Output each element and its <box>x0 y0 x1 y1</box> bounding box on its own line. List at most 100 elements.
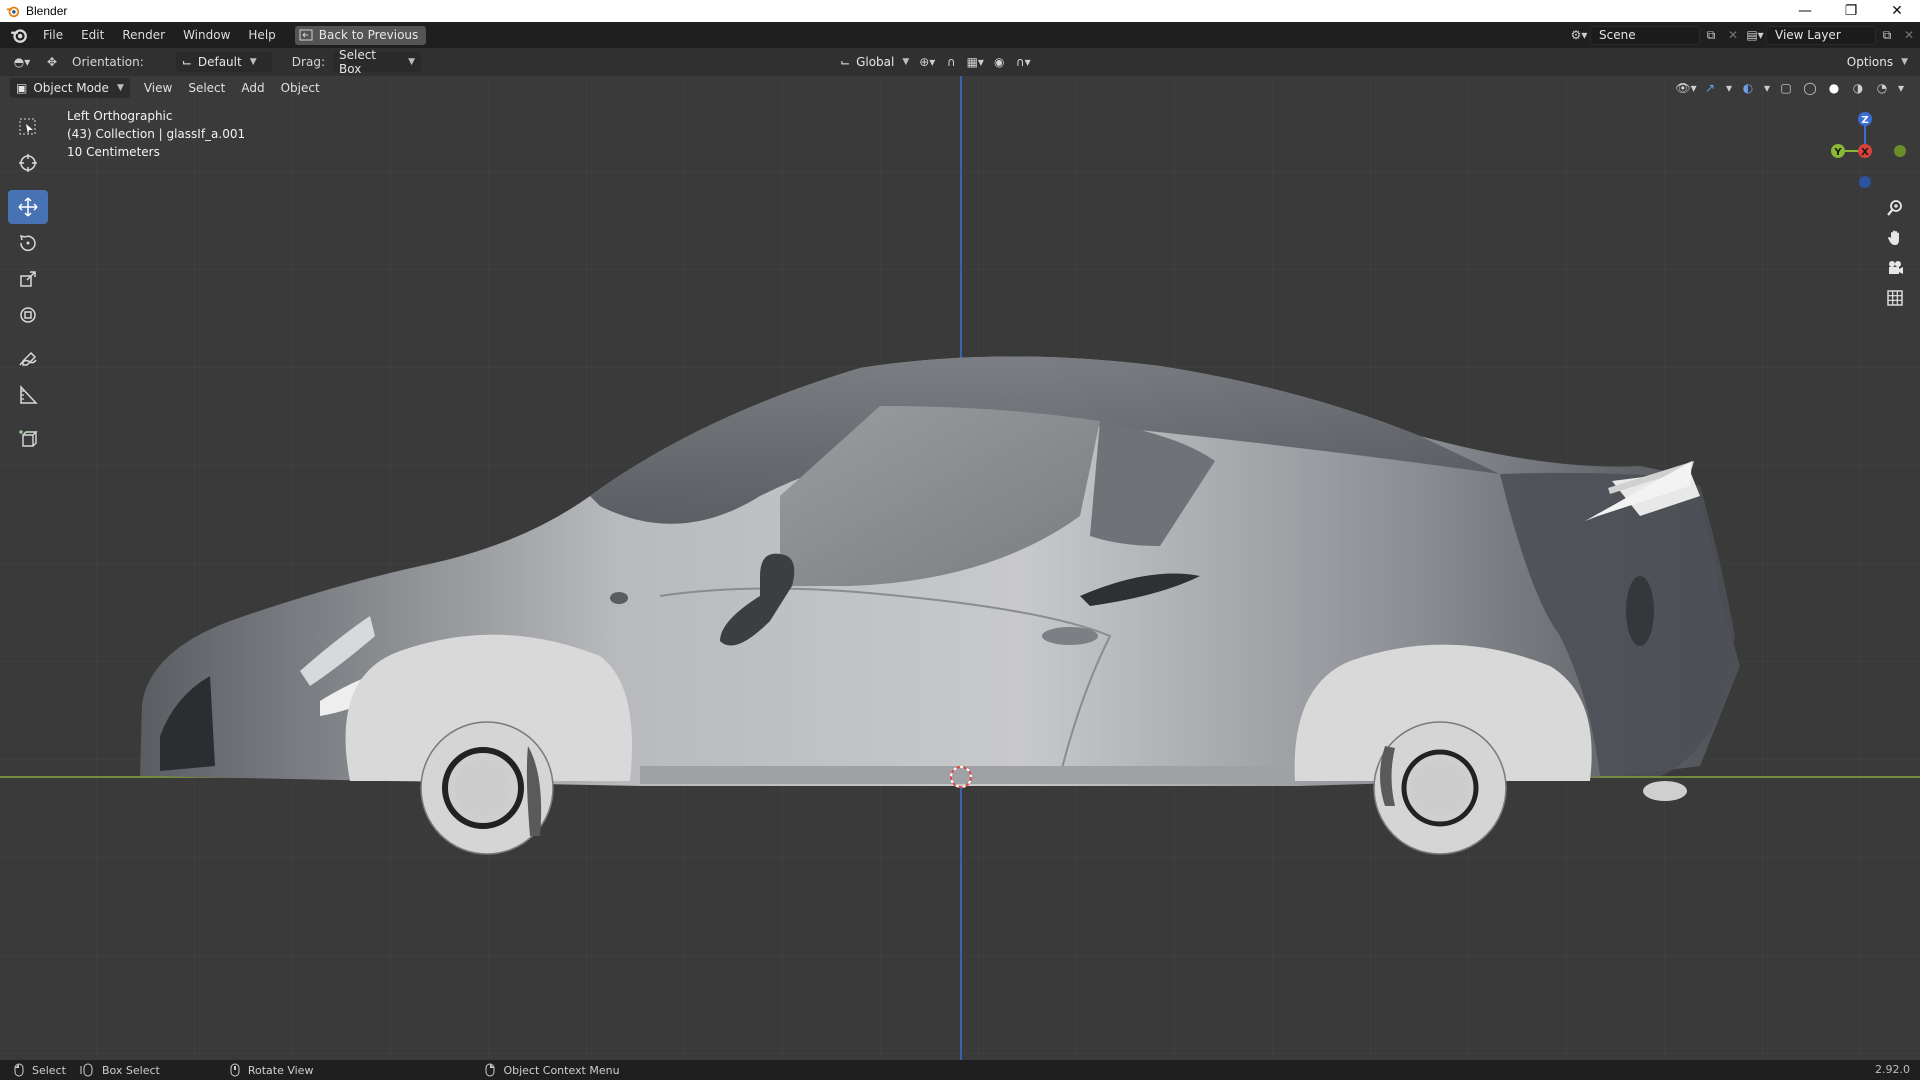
solid-shading-icon[interactable]: ● <box>1822 78 1846 98</box>
orientation-axes-icon: ⌙ <box>181 55 192 69</box>
orientation-label: Orientation: <box>72 55 144 69</box>
drag-value: Select Box <box>338 48 377 76</box>
menu-render[interactable]: Render <box>113 22 174 48</box>
grid-scale-text: 10 Centimeters <box>67 145 160 159</box>
pan-button[interactable] <box>1880 223 1910 253</box>
blender-menu-icon[interactable] <box>10 26 28 44</box>
global-axes-icon: ⌙ <box>840 55 851 69</box>
annotate-tool[interactable] <box>8 342 48 376</box>
neg-z-axis-handle <box>1859 176 1871 188</box>
cursor-tool[interactable] <box>8 146 48 180</box>
measure-tool[interactable] <box>8 378 48 412</box>
tool-settings-header: ◓▾ ✥ Orientation: ⌙ Default ▼ Drag: Sele… <box>0 48 1920 76</box>
viewport-menu-object[interactable]: Object <box>273 81 328 95</box>
select-box-tool[interactable] <box>8 110 48 144</box>
chevron-down-icon: ▼ <box>249 57 257 67</box>
material-shading-icon[interactable]: ◑ <box>1846 78 1870 98</box>
delete-view-layer-icon[interactable]: ✕ <box>1898 25 1920 45</box>
view-layer-icon[interactable]: ▤▾ <box>1744 25 1766 45</box>
transform-orientation-value: Global <box>856 55 895 69</box>
move-icon <box>18 197 38 217</box>
delete-scene-icon[interactable]: ✕ <box>1722 25 1744 45</box>
snap-target-icon[interactable]: ▦▾ <box>963 52 987 72</box>
status-rotate-view-label: Rotate View <box>247 1063 314 1077</box>
orientation-value: Default <box>197 55 242 69</box>
new-view-layer-icon[interactable]: ⧉ <box>1876 25 1898 45</box>
transform-tool[interactable] <box>8 298 48 332</box>
back-to-previous-button[interactable]: Back to Previous <box>294 25 427 45</box>
x-axis-label: X <box>1861 147 1869 158</box>
pivot-point-icon[interactable]: ⊕▾ <box>915 52 939 72</box>
restore-button[interactable]: ❐ <box>1828 0 1874 22</box>
gizmo-dropdown-icon[interactable]: ▾ <box>1722 78 1736 98</box>
transform-orientation-dropdown[interactable]: ⌙ Global ▼ <box>834 52 915 72</box>
view-name-text: Left Orthographic <box>67 109 173 123</box>
measure-icon <box>20 385 38 404</box>
camera-view-button[interactable] <box>1880 253 1910 283</box>
add-cube-icon <box>19 430 38 447</box>
left-toolbar <box>8 110 48 458</box>
object-mode-dropdown[interactable]: ▣ Object Mode ▼ <box>10 78 130 98</box>
viewport-grid[interactable] <box>0 76 1920 1060</box>
options-dropdown[interactable]: Options ▼ <box>1841 52 1914 72</box>
chevron-down-icon: ▼ <box>408 57 415 67</box>
neg-y-axis-handle <box>1894 145 1906 157</box>
overlays-toggle-icon[interactable]: ◐ <box>1736 78 1760 98</box>
gizmo-toggle-icon[interactable]: ↗ <box>1698 78 1722 98</box>
visibility-eye-icon[interactable]: 👁▾ <box>1674 78 1698 98</box>
collection-info-text: (43) Collection | glassIf_a.001 <box>67 127 246 141</box>
wireframe-shading-icon[interactable]: ◯ <box>1798 78 1822 98</box>
menu-window[interactable]: Window <box>174 22 239 48</box>
object-mode-icon: ▣ <box>16 81 28 95</box>
falloff-curve-icon[interactable]: ∩▾ <box>1011 52 1035 72</box>
viewport-menu-add[interactable]: Add <box>233 81 272 95</box>
scene-name-field[interactable]: Scene <box>1590 25 1700 45</box>
chevron-down-icon: ▼ <box>1901 57 1908 67</box>
snap-magnet-icon[interactable]: ∩ <box>939 52 963 72</box>
overlays-dropdown-icon[interactable]: ▾ <box>1760 78 1774 98</box>
xray-toggle-icon[interactable]: ▢ <box>1774 78 1798 98</box>
y-axis-label: Y <box>1833 147 1842 158</box>
view-layer-name: View Layer <box>1775 28 1841 42</box>
rotate-icon <box>19 234 36 252</box>
mouse-left-icon <box>14 1063 24 1077</box>
shading-dropdown-icon[interactable]: ▾ <box>1894 78 1908 98</box>
new-scene-icon[interactable]: ⧉ <box>1700 25 1722 45</box>
viewport-navigation <box>1880 193 1910 313</box>
zoom-button[interactable] <box>1880 193 1910 223</box>
menu-help[interactable]: Help <box>239 22 284 48</box>
editor-type-icon[interactable]: ◓▾ <box>10 52 34 72</box>
scene-selector-group: ⚙▾ Scene ⧉ ✕ ▤▾ View Layer ⧉ ✕ <box>1568 22 1920 48</box>
drag-dropdown[interactable]: Select Box ▼ <box>332 48 421 76</box>
move-tool-icon[interactable]: ✥ <box>40 52 64 72</box>
grid-icon <box>1887 290 1903 306</box>
options-label: Options <box>1846 55 1894 69</box>
object-mode-label: Object Mode <box>33 81 109 95</box>
scene-name: Scene <box>1599 28 1636 42</box>
navigation-gizmo[interactable]: Z Y X <box>1820 105 1910 195</box>
minimize-button[interactable]: — <box>1782 0 1828 22</box>
rotate-tool[interactable] <box>8 226 48 260</box>
camera-icon <box>1889 261 1903 274</box>
screen-back-icon <box>299 29 313 41</box>
status-box-select: Box Select <box>80 1063 160 1077</box>
add-cube-tool[interactable] <box>8 422 48 456</box>
scene-icon[interactable]: ⚙▾ <box>1568 25 1590 45</box>
menu-edit[interactable]: Edit <box>72 22 113 48</box>
rendered-shading-icon[interactable]: ◔ <box>1870 78 1894 98</box>
menu-file[interactable]: File <box>34 22 72 48</box>
transform-icon <box>20 307 36 323</box>
cursor-icon <box>19 154 37 172</box>
status-select-label: Select <box>32 1063 66 1077</box>
scale-tool[interactable] <box>8 262 48 296</box>
close-button[interactable]: ✕ <box>1874 0 1920 22</box>
toggle-perspective-button[interactable] <box>1880 283 1910 313</box>
mouse-drag-icon <box>80 1063 93 1077</box>
move-tool[interactable] <box>8 190 48 224</box>
proportional-edit-icon[interactable]: ◉ <box>987 52 1011 72</box>
back-to-previous-label: Back to Previous <box>318 28 419 42</box>
viewport-menu-select[interactable]: Select <box>180 81 233 95</box>
viewport-menu-view[interactable]: View <box>136 81 180 95</box>
orientation-dropdown[interactable]: ⌙ Default ▼ <box>175 52 272 72</box>
view-layer-field[interactable]: View Layer <box>1766 25 1876 45</box>
